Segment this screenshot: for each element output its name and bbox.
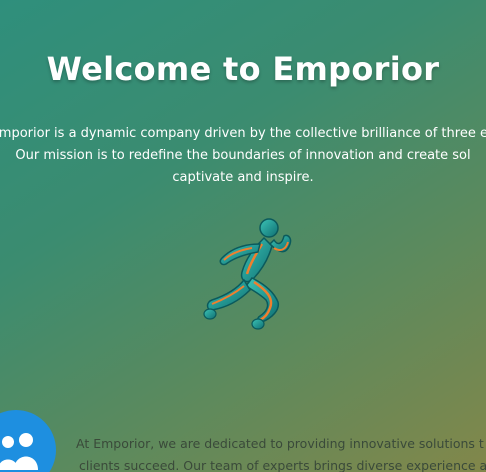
about-description-line: At Emporior, we are dedicated to providi…	[76, 436, 484, 451]
page-title: Welcome to Emporior	[46, 50, 440, 88]
hero-description-line: Our mission is to redefine the boundarie…	[15, 148, 471, 163]
hero-description: Emporior is a dynamic company driven by …	[0, 123, 486, 189]
hero-description-line: Emporior is a dynamic company driven by …	[0, 126, 486, 141]
running-figure-icon	[202, 214, 300, 332]
about-description: At Emporior, we are dedicated to providi…	[0, 433, 486, 472]
hero-description-line: captivate and inspire.	[172, 170, 314, 185]
about-description-line: clients succeed. Our team of experts bri…	[79, 458, 486, 472]
